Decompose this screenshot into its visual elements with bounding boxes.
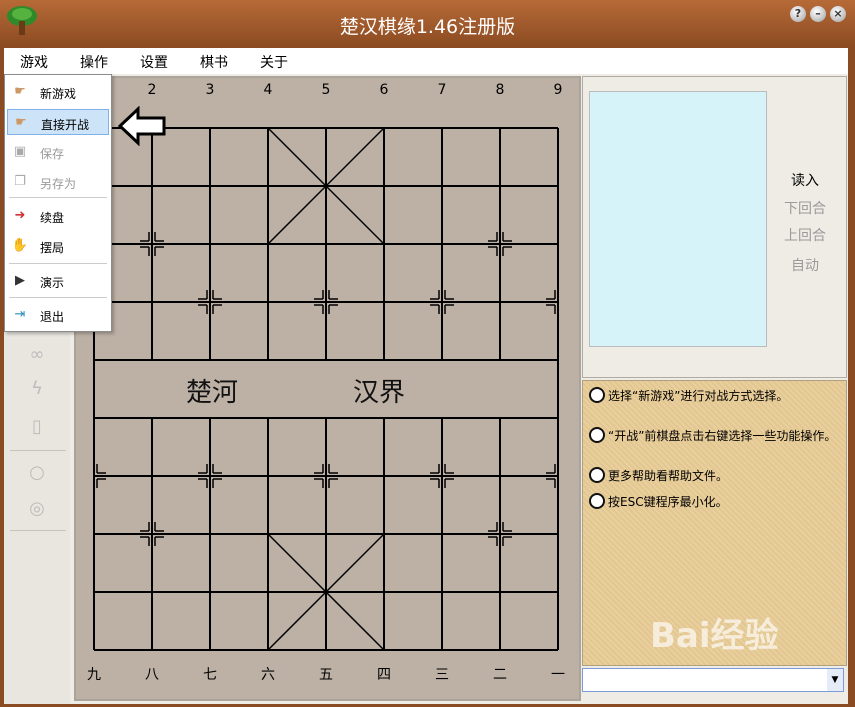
panda-icon	[589, 467, 605, 483]
column-number-bottom: 四	[377, 667, 391, 683]
toolbar-separator	[10, 450, 66, 451]
menu-game[interactable]: 游戏	[20, 52, 48, 72]
column-number-top: 2	[147, 82, 157, 98]
continue-arrow-icon: ➜	[14, 208, 26, 223]
right-panel: 读入 下回合 上回合 自动	[582, 76, 847, 378]
column-number-bottom: 二	[493, 667, 507, 683]
chess-board[interactable]: 123456789九八七六五四三二一 楚河 汉界	[76, 78, 579, 699]
menu-item-demo[interactable]: ▶ 演示	[7, 268, 109, 294]
hand-icon: ✋	[11, 238, 29, 253]
pointing-hand-icon: ☛	[15, 115, 27, 130]
column-number-top: 6	[379, 82, 389, 98]
minimize-button[interactable]: –	[810, 6, 826, 22]
board-grid	[93, 127, 559, 651]
menu-chess-books[interactable]: 棋书	[200, 52, 228, 72]
general-piece-icon[interactable]: ◎	[26, 498, 48, 520]
river-left-label: 楚河	[186, 378, 239, 408]
previous-round-button[interactable]: 上回合	[771, 225, 839, 245]
chevron-down-icon[interactable]: ▼	[827, 669, 843, 691]
title-bar: 楚汉棋缘1.46注册版 ? – ×	[0, 0, 855, 48]
circle-icon[interactable]: ○	[26, 462, 48, 484]
menu-item-new-game[interactable]: ☛ 新游戏	[7, 79, 109, 105]
menu-item-save[interactable]: ▣ 保存	[7, 139, 109, 165]
info-line: 按ESC键程序最小化。	[589, 493, 840, 509]
river-right-label: 汉界	[353, 378, 406, 408]
load-button[interactable]: 读入	[771, 170, 839, 190]
preview-area	[589, 91, 767, 347]
watermark-logo: Bai经验	[650, 616, 779, 656]
column-number-top: 8	[495, 82, 505, 98]
menu-separator	[9, 263, 107, 264]
column-number-bottom: 八	[145, 667, 159, 683]
menu-bar: 游戏 操作 设置 棋书 关于	[4, 48, 848, 75]
column-number-top: 4	[263, 82, 273, 98]
column-number-top: 5	[321, 82, 331, 98]
floppy-disk-icon: ▣	[13, 144, 27, 159]
auto-button[interactable]: 自动	[771, 255, 839, 275]
panda-icon	[589, 493, 605, 509]
page-icon[interactable]: ▯	[26, 416, 48, 438]
menu-separator	[9, 197, 107, 198]
pointing-hand-icon: ☛	[14, 84, 26, 99]
save-as-icon: ❐	[14, 174, 26, 189]
column-number-top: 9	[553, 82, 563, 98]
column-number-top: 7	[437, 82, 447, 98]
column-number-bottom: 一	[551, 667, 565, 683]
lightning-icon[interactable]: ϟ	[26, 378, 48, 400]
info-line: 更多帮助看帮助文件。	[589, 467, 840, 483]
info-line: 选择“新游戏”进行对战方式选择。	[589, 387, 840, 403]
menu-settings[interactable]: 设置	[140, 52, 168, 72]
exit-door-icon: ⇥	[14, 307, 26, 322]
menu-separator	[9, 297, 107, 298]
column-number-bottom: 九	[87, 667, 101, 683]
help-button[interactable]: ?	[790, 6, 806, 22]
column-number-bottom: 七	[203, 667, 217, 683]
column-number-bottom: 六	[261, 667, 275, 683]
panda-icon	[589, 387, 605, 403]
link-icon[interactable]: ∞	[26, 344, 48, 366]
column-number-top: 3	[205, 82, 215, 98]
pointer-arrow-icon	[118, 106, 166, 146]
menu-about[interactable]: 关于	[260, 52, 288, 72]
window-title: 楚汉棋缘1.46注册版	[339, 16, 516, 38]
next-round-button[interactable]: 下回合	[771, 198, 839, 218]
toolbar-separator	[10, 530, 66, 531]
column-number-bottom: 三	[435, 667, 449, 683]
menu-item-exit[interactable]: ⇥ 退出	[7, 302, 109, 328]
camera-icon: ▶	[15, 273, 25, 288]
watermark-url: jingyan.baidu.com	[660, 670, 790, 686]
column-number-bottom: 五	[319, 667, 333, 683]
menu-item-save-as[interactable]: ❐ 另存为	[7, 169, 109, 195]
menu-item-direct-start[interactable]: ☛ 直接开战	[7, 109, 109, 135]
menu-operation[interactable]: 操作	[80, 52, 108, 72]
info-line: “开战”前棋盘点击右键选择一些功能操作。	[589, 427, 840, 443]
menu-item-setup[interactable]: ✋ 摆局	[7, 233, 109, 259]
menu-item-continue[interactable]: ➜ 续盘	[7, 203, 109, 229]
game-dropdown-menu: ☛ 新游戏 ☛ 直接开战 ▣ 保存 ❐ 另存为 ➜ 续盘 ✋ 摆局 ▶ 演示 ⇥…	[4, 74, 112, 332]
panda-icon	[589, 427, 605, 443]
close-button[interactable]: ×	[830, 6, 846, 22]
